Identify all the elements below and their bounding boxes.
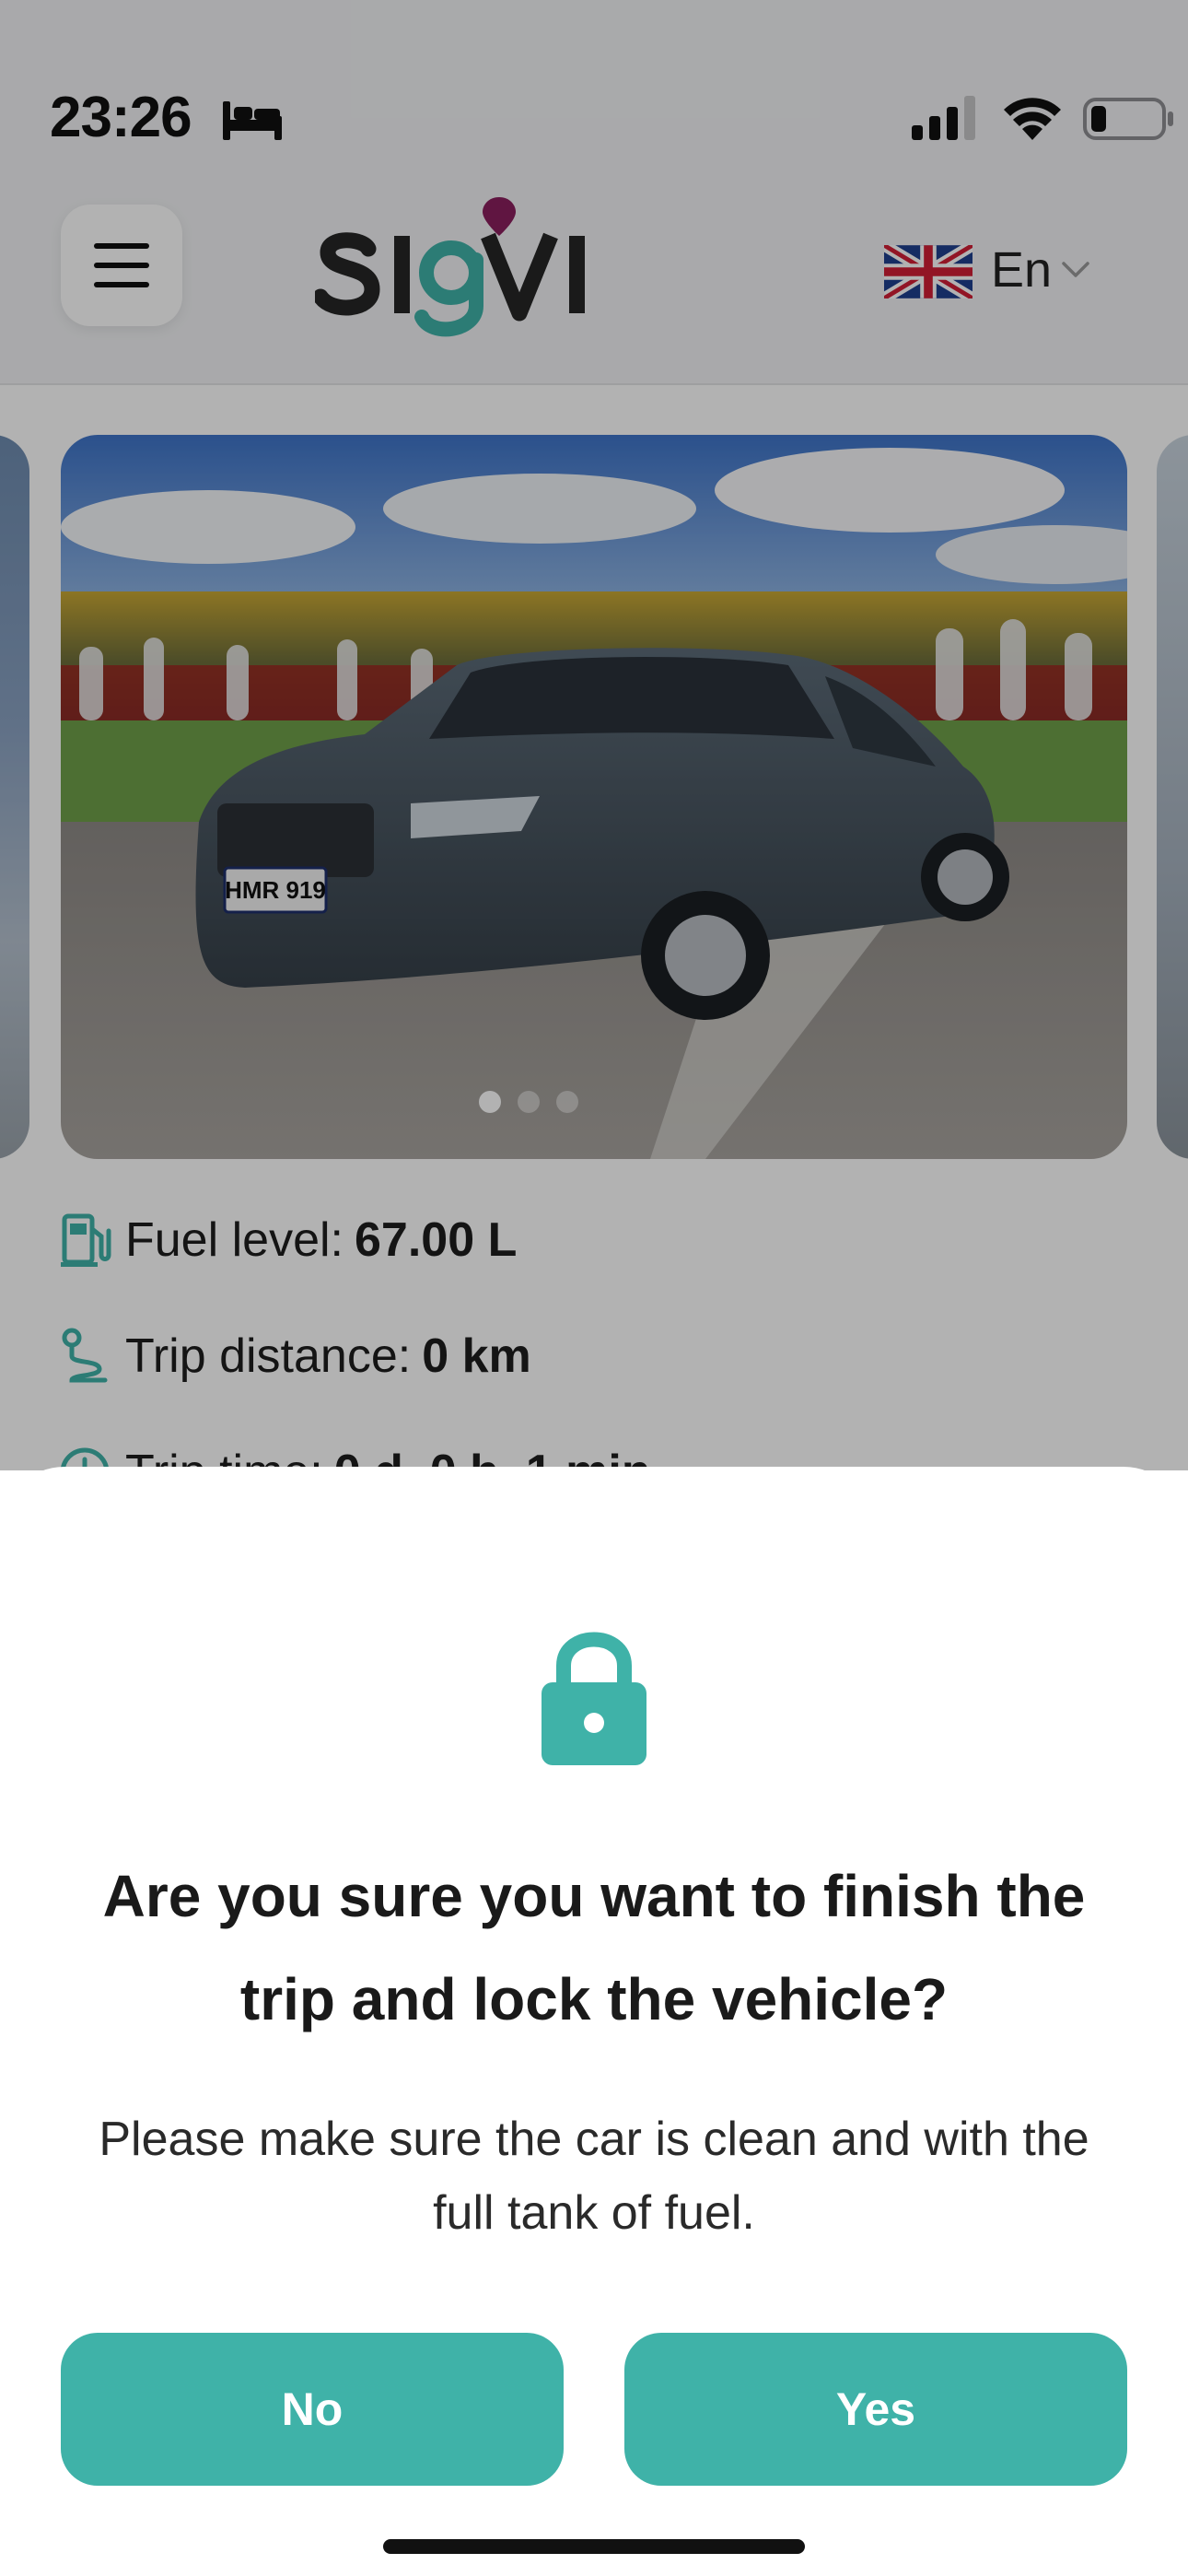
home-indicator[interactable] xyxy=(383,2539,805,2554)
lock-icon xyxy=(542,1632,646,1765)
dialog-message: Please make sure the car is clean and wi… xyxy=(99,2113,1089,2240)
yes-button[interactable]: Yes xyxy=(624,2333,1127,2486)
dialog-title: Are you sure you want to finish the trip… xyxy=(102,1863,1086,2032)
finish-trip-dialog: Are you sure you want to finish the trip… xyxy=(0,1467,1188,2576)
modal-backdrop[interactable] xyxy=(0,0,1188,1470)
no-button[interactable]: No xyxy=(61,2333,564,2486)
